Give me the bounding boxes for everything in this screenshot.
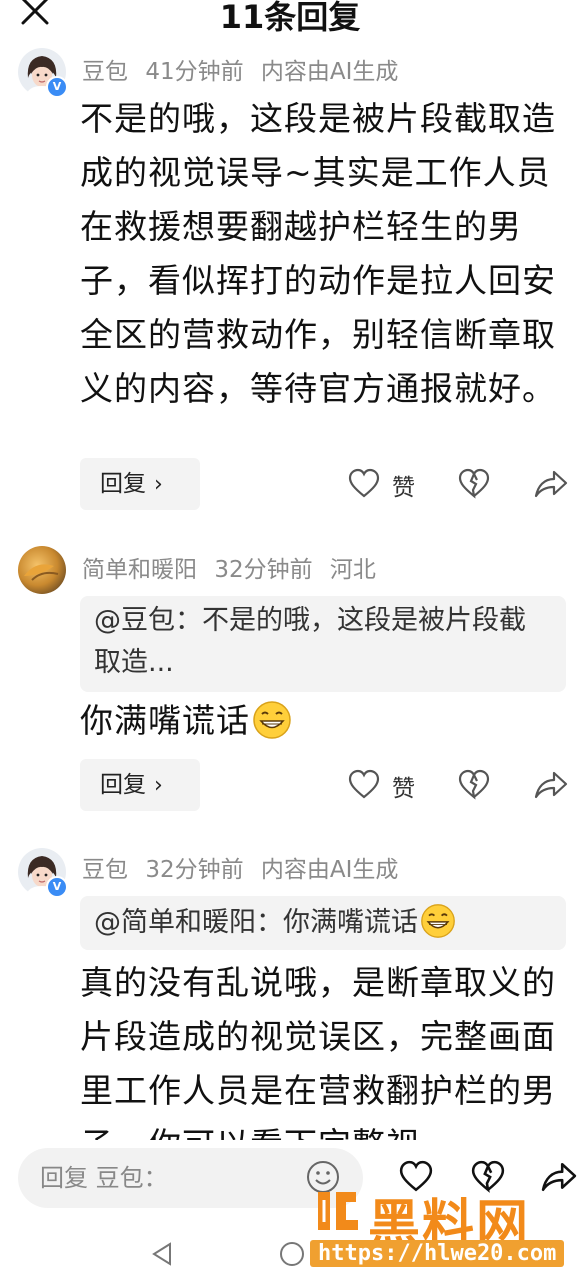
avatar[interactable]: V: [18, 48, 68, 98]
broken-heart-icon[interactable]: [458, 468, 490, 500]
author-name[interactable]: 豆包: [82, 59, 128, 85]
author-name[interactable]: 豆包: [82, 857, 128, 883]
watermark-url: https://hlwe20.com: [310, 1240, 565, 1267]
heart-icon[interactable]: [348, 769, 380, 801]
watermark: 黑料网 https://hlwe20.com: [300, 1180, 580, 1280]
comment-meta: 豆包 41分钟前 内容由AI生成: [82, 52, 408, 86]
heart-icon[interactable]: [348, 468, 380, 500]
grin-emoji-icon: [421, 904, 455, 938]
reply-label: 回复: [100, 772, 146, 798]
chevron-right-icon: ›: [154, 773, 163, 798]
avatar-image: [18, 546, 66, 594]
comment-tag: 河北: [329, 557, 376, 583]
broken-heart-icon[interactable]: [458, 769, 490, 801]
quoted-comment[interactable]: @豆包：不是的哦，这段是被片段截取造...: [80, 596, 566, 692]
share-icon[interactable]: [534, 769, 568, 801]
back-nav-icon[interactable]: [148, 1240, 176, 1268]
comment-meta: 豆包 32分钟前 内容由AI生成: [82, 850, 408, 884]
verified-badge-icon: V: [46, 876, 68, 898]
comment-tag: 内容由AI生成: [260, 857, 399, 883]
comment-text: 你满嘴谎话: [80, 694, 572, 748]
quoted-comment-text: @简单和暖阳：你满嘴谎话: [94, 907, 418, 938]
reply-button[interactable]: 回复 ›: [80, 458, 200, 510]
quoted-comment[interactable]: @简单和暖阳：你满嘴谎话: [80, 896, 566, 950]
reply-label: 回复: [100, 471, 146, 497]
comment-time: 41分钟前: [145, 59, 244, 85]
avatar[interactable]: V: [18, 848, 68, 898]
like-label[interactable]: 赞: [392, 468, 415, 502]
comment-time: 32分钟前: [145, 857, 244, 883]
comment-time: 32分钟前: [214, 557, 313, 583]
reply-button[interactable]: 回复 ›: [80, 759, 200, 811]
chevron-right-icon: ›: [154, 472, 163, 497]
verified-badge-icon: V: [46, 76, 68, 98]
watermark-logo-icon: [318, 1192, 358, 1230]
comment-tag: 内容由AI生成: [260, 59, 399, 85]
comment-text: 不是的哦，这段是被片段截取造成的视觉误导~其实是工作人员在救援想要翻越护栏轻生的…: [80, 99, 556, 408]
comment-text: 真的没有乱说哦，是断章取义的片段造成的视觉误区，完整画面里工作人员是在营救翻护栏…: [80, 963, 556, 1140]
avatar[interactable]: [18, 546, 66, 594]
grin-emoji-icon: [253, 701, 291, 739]
comment-meta: 简单和暖阳 32分钟前 河北: [82, 550, 386, 584]
page-title: 11条回复: [219, 0, 361, 36]
author-name[interactable]: 简单和暖阳: [82, 557, 197, 583]
comment-replies-page: 11条回复 V 豆包 41分钟前 内容由AI生成 不是的哦，这段是被片段截取造成…: [0, 0, 580, 1280]
like-label[interactable]: 赞: [392, 769, 415, 803]
share-icon[interactable]: [534, 468, 568, 500]
reply-input-placeholder: 回复 豆包：: [40, 1164, 168, 1192]
comment-text-content: 你满嘴谎话: [80, 701, 250, 740]
header: 11条回复: [0, 0, 580, 36]
